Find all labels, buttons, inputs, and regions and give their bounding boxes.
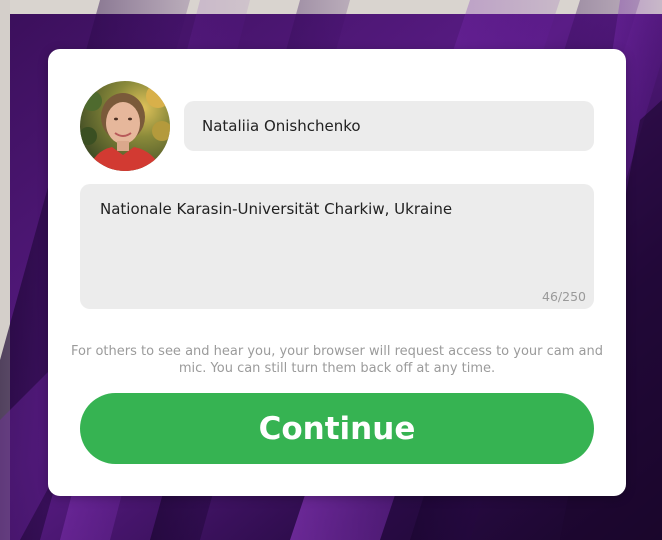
name-input[interactable]: Nataliia Onishchenko xyxy=(184,101,594,151)
profile-card: Nataliia Onishchenko Nationale Karasin-U… xyxy=(48,49,626,496)
user-photo-icon xyxy=(80,81,170,171)
character-counter: 46/250 xyxy=(542,289,586,304)
permission-notice: For others to see and hear you, your bro… xyxy=(71,344,603,376)
avatar[interactable] xyxy=(80,81,170,171)
continue-button[interactable]: Continue xyxy=(80,393,594,464)
bio-value: Nationale Karasin-Universität Charkiw, U… xyxy=(100,200,453,218)
bio-textarea[interactable]: Nationale Karasin-Universität Charkiw, U… xyxy=(80,184,594,309)
name-value: Nataliia Onishchenko xyxy=(202,117,361,135)
